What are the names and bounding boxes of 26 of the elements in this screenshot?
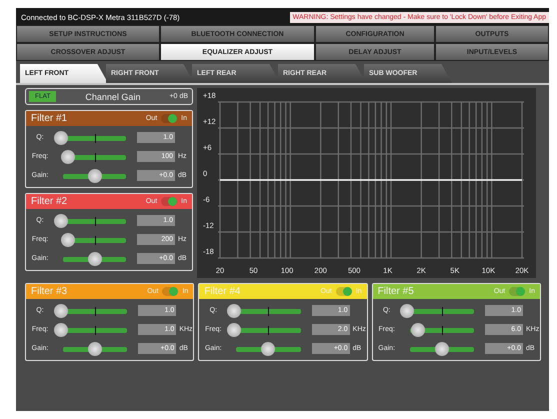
filter-title: Filter #4 xyxy=(204,286,242,297)
filter-title: Filter #1 xyxy=(31,113,68,124)
slider-thumb[interactable] xyxy=(88,342,102,356)
slider-thumb[interactable] xyxy=(54,322,68,336)
slider-thumb[interactable] xyxy=(54,130,68,144)
in-out-toggle[interactable] xyxy=(509,287,526,296)
slider-thumb[interactable] xyxy=(261,342,276,356)
in-out-toggle[interactable] xyxy=(336,287,352,296)
filter-title: Filter #3 xyxy=(31,286,68,297)
slider-thumb[interactable] xyxy=(60,232,75,246)
channel-gain-label: Channel Gain xyxy=(84,92,142,102)
slider-thumb[interactable] xyxy=(88,252,102,266)
slider-thumb[interactable] xyxy=(54,304,68,318)
in-out-toggle[interactable] xyxy=(161,197,178,206)
slider-thumb[interactable] xyxy=(60,150,75,164)
slider-thumb[interactable] xyxy=(434,342,449,356)
filter-title: Filter #2 xyxy=(31,196,68,207)
in-out-toggle[interactable] xyxy=(162,287,178,296)
in-out-toggle[interactable] xyxy=(161,114,178,123)
slider-thumb[interactable] xyxy=(54,214,68,228)
filter-title: Filter #5 xyxy=(378,286,415,297)
slider-thumb[interactable] xyxy=(88,168,102,182)
slider-thumb[interactable] xyxy=(227,304,242,318)
slider-thumb[interactable] xyxy=(411,322,426,336)
slider-thumb[interactable] xyxy=(227,322,242,336)
slider-thumb[interactable] xyxy=(400,304,414,318)
